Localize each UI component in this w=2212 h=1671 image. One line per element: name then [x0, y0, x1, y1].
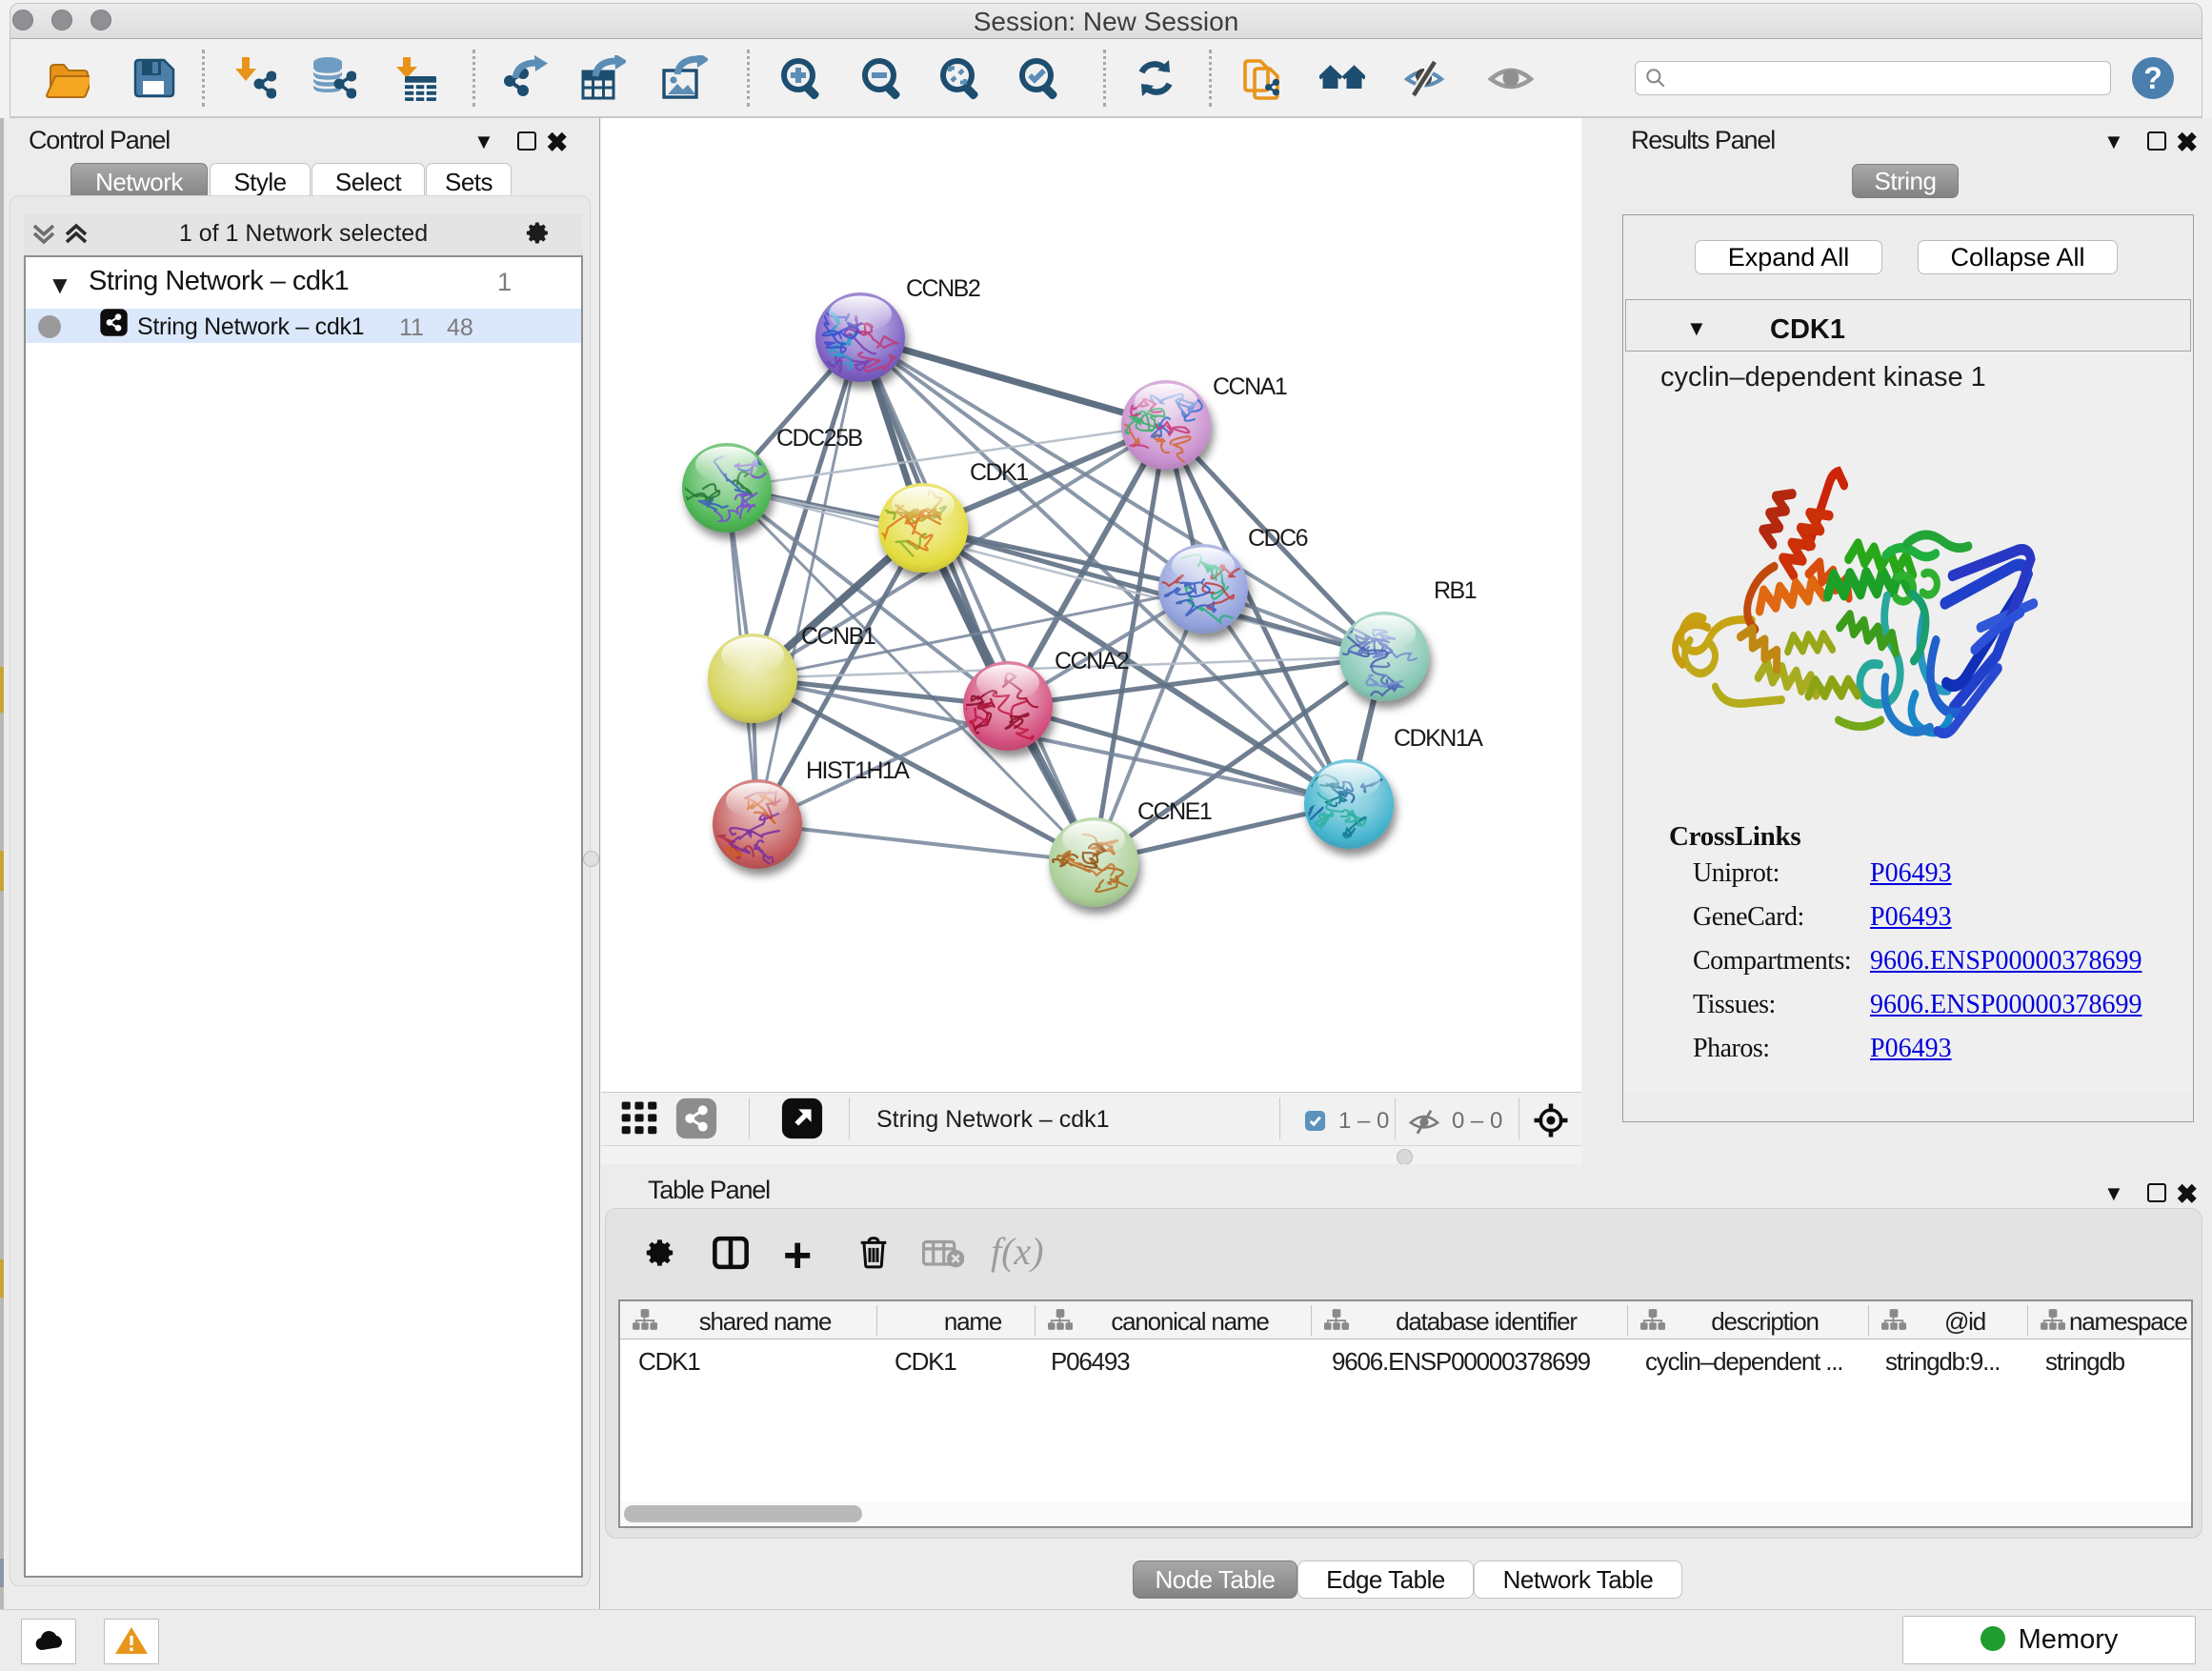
svg-text:CDC6: CDC6	[1248, 525, 1308, 552]
svg-text:CCNA2: CCNA2	[1055, 648, 1129, 674]
svg-text:HIST1H1A: HIST1H1A	[806, 757, 910, 784]
svg-text:CCNB2: CCNB2	[906, 275, 980, 302]
svg-text:CCNE1: CCNE1	[1137, 798, 1212, 825]
svg-text:RB1: RB1	[1434, 577, 1477, 604]
svg-text:CDC25B: CDC25B	[776, 425, 862, 452]
svg-text:CCNB1: CCNB1	[801, 623, 875, 650]
svg-text:CDK1: CDK1	[970, 459, 1028, 486]
svg-text:CDKN1A: CDKN1A	[1394, 725, 1483, 752]
svg-text:CCNA1: CCNA1	[1213, 373, 1287, 400]
